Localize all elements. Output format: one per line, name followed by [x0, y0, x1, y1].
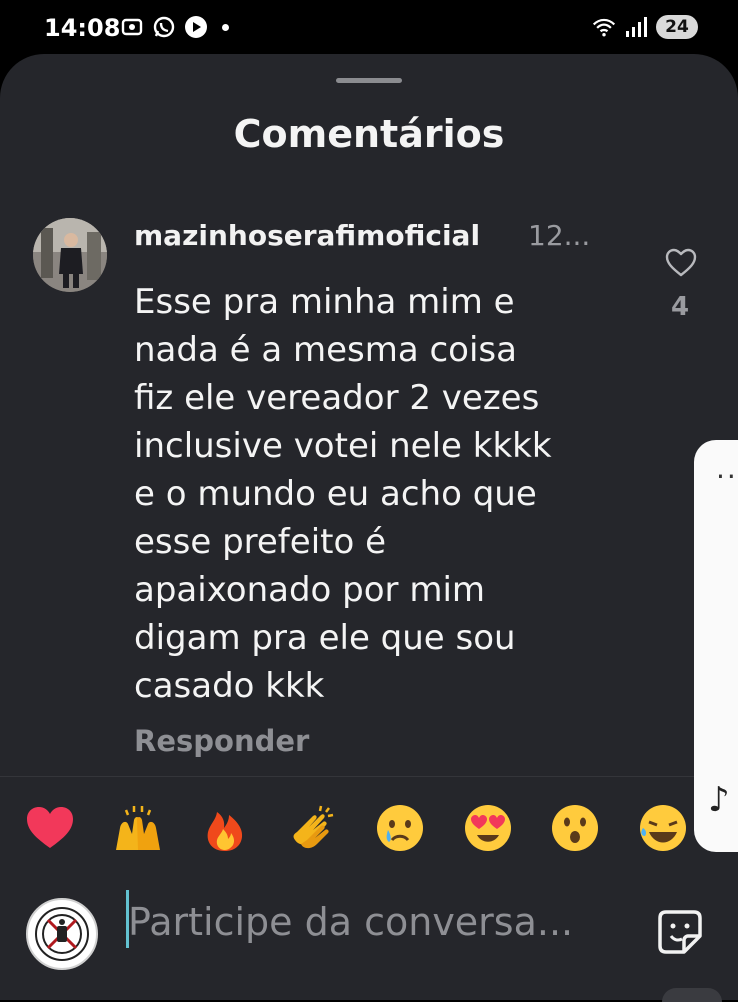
crying-face-emoji-button[interactable]: [374, 800, 462, 856]
raising-hands-emoji-button[interactable]: [112, 800, 200, 856]
comment-username[interactable]: mazinhoserafimoficial: [134, 219, 480, 252]
divider: [0, 776, 738, 777]
surprised-face-emoji-button[interactable]: [549, 800, 637, 856]
signal-icon: [624, 15, 648, 39]
sticker-icon[interactable]: [656, 908, 704, 956]
status-bar: 14:08 24: [0, 0, 738, 58]
floating-side-tab[interactable]: ·· ♪: [694, 440, 738, 852]
screenshot-icon: [120, 15, 144, 39]
like-count: 4: [670, 292, 690, 322]
clapping-hands-emoji-button[interactable]: [287, 800, 375, 856]
more-dots-icon[interactable]: ··: [716, 460, 738, 493]
user-avatar-crest: [26, 898, 98, 970]
fire-emoji-button[interactable]: [199, 800, 287, 856]
status-time: 14:08: [44, 14, 121, 42]
play-icon: [184, 15, 208, 39]
music-note-icon[interactable]: ♪: [708, 780, 730, 820]
wifi-icon: [592, 15, 616, 39]
reply-button[interactable]: Responder: [134, 724, 309, 758]
comment-text: Esse pra minha mim e nada é a mesma cois…: [134, 282, 552, 706]
comment-input[interactable]: [126, 893, 630, 951]
comments-sheet: Comentários mazinhoserafimoficial 12... …: [0, 54, 738, 1000]
comment-timestamp: 12...: [528, 219, 591, 252]
emoji-reaction-bar: [24, 800, 724, 856]
heart-eyes-emoji-button[interactable]: [462, 800, 550, 856]
status-icons-right: 24: [592, 15, 698, 39]
sheet-drag-handle[interactable]: [336, 78, 402, 83]
sheet-title: Comentários: [233, 112, 505, 156]
heart-outline-icon[interactable]: [664, 246, 698, 278]
whatsapp-icon: [152, 15, 176, 39]
notification-dot: [222, 23, 229, 31]
status-icons-left: [120, 15, 229, 39]
battery-icon: 24: [656, 15, 698, 39]
comment-avatar[interactable]: [33, 218, 107, 292]
heart-emoji-button[interactable]: [24, 800, 112, 856]
